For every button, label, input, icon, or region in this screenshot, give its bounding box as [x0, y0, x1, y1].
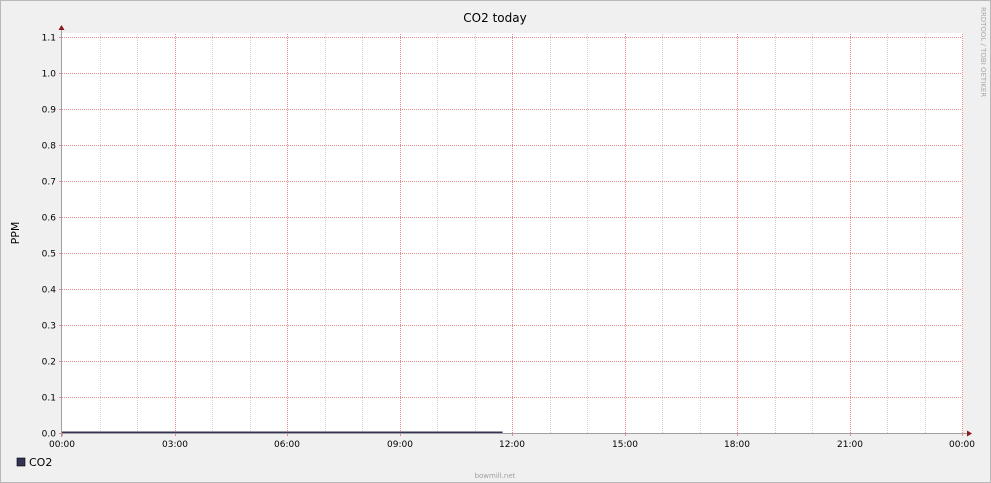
- y-axis-ticks: 0.0 0.1 0.2 0.3 0.4 0.5 0.6 0.7 0.8 0.9 1.0 1.1: [42, 34, 62, 440]
- chart: 0.0 0.1 0.2 0.3 0.4 0.5 0.6 0.7 0.8 0.9 1.0 1.1 00:…: [9, 7, 987, 480]
- x-tick-label: 12:00: [499, 440, 525, 450]
- legend-label-co2: CO2: [29, 456, 52, 469]
- y-tick-label: 1.1: [42, 34, 56, 44]
- y-tick-label: 0.1: [42, 394, 56, 404]
- y-tick-label: 0.9: [42, 106, 57, 116]
- x-tick-label: 15:00: [612, 440, 638, 450]
- x-axis-ticks: 00:00 03:00 06:00 09:00 12:00 15:00 18:00 21:00…: [49, 433, 975, 450]
- y-axis-arrow: [58, 25, 65, 30]
- plot-area: [62, 33, 963, 434]
- y-tick-label: 0.2: [42, 358, 56, 368]
- chart-frame: 0.0 0.1 0.2 0.3 0.4 0.5 0.6 0.7 0.8 0.9 1.0 1.1 00:…: [0, 0, 991, 483]
- footer-credit: bowmill.net: [475, 472, 516, 480]
- x-tick-label: 03:00: [162, 440, 188, 450]
- chart-title: CO2 today: [463, 11, 526, 25]
- x-tick-label: 00:00: [49, 440, 75, 450]
- x-tick-label: 21:00: [837, 440, 863, 450]
- y-tick-label: 1.0: [42, 70, 57, 80]
- y-tick-label: 0.8: [42, 142, 57, 152]
- x-tick-label: 06:00: [274, 440, 300, 450]
- x-axis-arrow: [967, 430, 972, 437]
- y-axis-label: PPM: [9, 222, 22, 245]
- y-tick-label: 0.5: [42, 250, 56, 260]
- y-tick-label: 0.0: [42, 430, 57, 440]
- y-tick-label: 0.4: [42, 286, 57, 296]
- y-tick-label: 0.3: [42, 322, 56, 332]
- x-tick-label: 18:00: [724, 440, 750, 450]
- x-tick-label: 00:00: [949, 440, 975, 450]
- legend: CO2: [16, 456, 52, 469]
- y-tick-label: 0.7: [42, 178, 56, 188]
- watermark: RRDTOOL / TOBI OETIKER: [979, 7, 987, 97]
- legend-swatch-co2: [16, 457, 26, 467]
- x-tick-label: 09:00: [387, 440, 413, 450]
- y-tick-label: 0.6: [42, 214, 57, 224]
